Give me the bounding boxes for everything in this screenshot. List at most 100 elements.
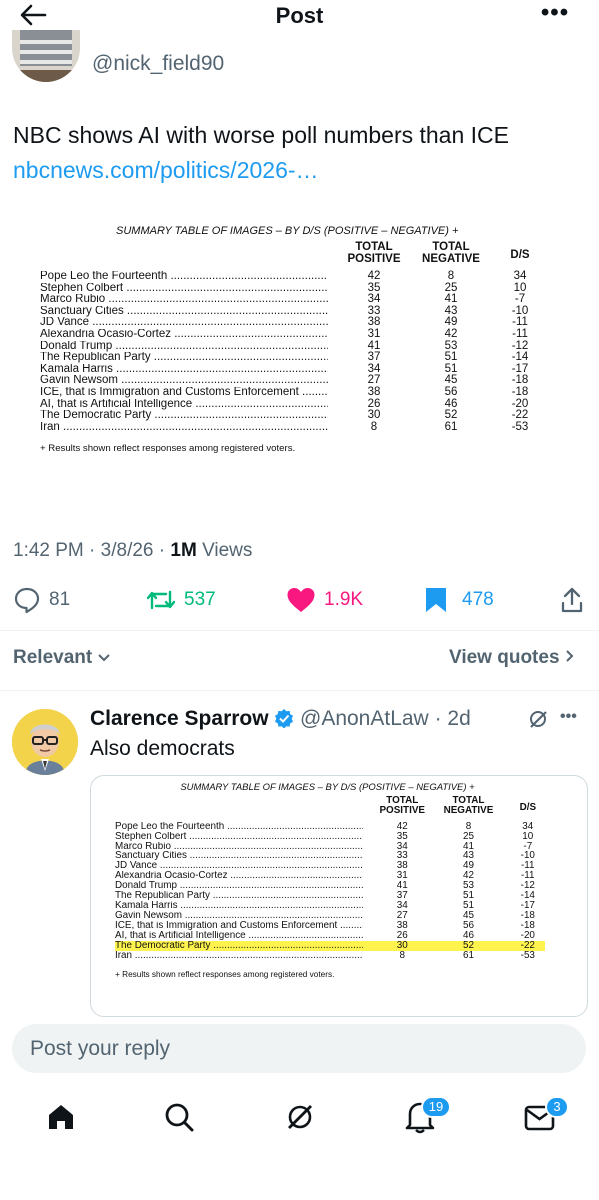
row-label: Stephen Colbert: [115, 832, 363, 842]
table-row: Donald Trump4153-12: [40, 340, 540, 353]
page-title: Post: [275, 3, 324, 28]
chevron-right-icon: [566, 650, 574, 662]
row-positive: 8: [399, 950, 405, 962]
col-header-ds: D/S: [519, 801, 537, 813]
table-row: Donald Trump4153-12: [115, 881, 545, 891]
share-button[interactable]: [560, 582, 592, 618]
row-label: AI, that is Artificial Intelligence: [40, 399, 328, 411]
row-negative: 61: [462, 950, 474, 962]
table-row: Iran 8 61 -53: [115, 951, 545, 961]
row-positive: 31: [367, 328, 381, 340]
view-quotes-link[interactable]: View quotes: [449, 647, 575, 669]
row-label: JD Vance: [115, 861, 363, 871]
table-row: JD Vance3849-11: [115, 861, 545, 871]
col-header-negative-label: NEGATIVE: [443, 805, 494, 817]
row-ds: -53: [511, 420, 529, 433]
row-label: The Democratic Party: [115, 941, 363, 951]
tweet-time: 1:42 PM: [13, 540, 84, 561]
row-label: Kamala Harris: [115, 901, 363, 911]
row-label: Pope Leo the Fourteenth: [40, 271, 328, 283]
col-header-negative: TOTAL NEGATIVE: [416, 241, 486, 265]
reply-avatar[interactable]: [12, 709, 78, 775]
reply-author-name[interactable]: Clarence Sparrow: [90, 707, 294, 731]
col-header-positive: TOTAL POSITIVE: [375, 795, 430, 817]
row-label: Alexandria Ocasio-Cortez: [115, 871, 363, 881]
table-row: ICE, that is Immigration and Customs Enf…: [115, 921, 545, 931]
tweet-link[interactable]: nbcnews.com/politics/2026-…: [13, 157, 319, 184]
row-negative: 61: [444, 420, 458, 433]
col-header-ds: D/S: [510, 249, 530, 261]
table-row: Kamala Harris3451-17: [40, 363, 540, 376]
table-row: Marco Rubio3441-7: [40, 294, 540, 306]
row-label: Pope Leo the Fourteenth: [115, 822, 363, 832]
tweet-date: 3/8/26: [100, 540, 154, 561]
back-arrow-icon[interactable]: [18, 2, 48, 28]
bookmark-button[interactable]: 478: [424, 582, 494, 618]
row-label: Sanctuary Cities: [115, 851, 363, 861]
table-row: Stephen Colbert 35 25 10: [115, 831, 545, 842]
heart-icon: [287, 588, 315, 612]
table-row: The Democratic Party3052-22: [40, 410, 540, 422]
repost-icon: [146, 590, 176, 610]
repost-button[interactable]: 537: [146, 582, 216, 618]
tweet-meta: 1:42 PM · 3/8/26 · 1M Views: [13, 540, 253, 561]
table-row: Gavin Newsom2745-18: [115, 911, 545, 921]
poll-table-image[interactable]: SUMMARY TABLE OF IMAGES – BY D/S (POSITI…: [40, 225, 560, 495]
row-label: Gavin Newsom: [40, 375, 328, 387]
home-icon[interactable]: [46, 1102, 76, 1132]
table-row: Kamala Harris3451-17: [115, 901, 545, 911]
row-ds: 34: [513, 270, 527, 282]
reply-image[interactable]: SUMMARY TABLE OF IMAGES – BY D/S (POSITI…: [90, 775, 588, 1017]
col-header-positive: TOTAL POSITIVE: [342, 241, 406, 265]
views-count: 1M: [170, 540, 197, 561]
row-label: Iran: [115, 951, 363, 961]
row-label: Gavin Newsom: [115, 911, 363, 921]
grok-icon[interactable]: [527, 708, 549, 730]
table-row: Pope Leo the Fourteenth42834: [115, 821, 545, 832]
table-row: Alexandria Ocasio-Cortez3142-11: [115, 871, 545, 881]
table-row: JD Vance3849-11: [40, 317, 540, 329]
grok-tab-icon[interactable]: [284, 1101, 316, 1133]
table-row: Sanctuary Cities3343-10: [40, 305, 540, 318]
author-handle[interactable]: @nick_field90: [92, 52, 224, 76]
row-label: JD Vance: [40, 317, 328, 329]
row-label: Donald Trump: [115, 881, 363, 891]
bookmark-icon: [426, 588, 446, 612]
search-icon[interactable]: [163, 1101, 195, 1133]
row-positive: 8: [370, 420, 378, 433]
col-header-negative-label: NEGATIVE: [422, 253, 480, 266]
repost-count: 537: [184, 589, 216, 610]
row-label: Alexandria Ocasio-Cortez: [40, 329, 328, 341]
views-label: Views: [202, 540, 253, 561]
row-positive: 38: [367, 386, 381, 398]
col-header-positive-label: POSITIVE: [347, 253, 401, 266]
col-header-negative: TOTAL NEGATIVE: [438, 795, 498, 817]
reply-more-icon[interactable]: •••: [560, 708, 577, 726]
avatar[interactable]: [12, 30, 80, 82]
like-count: 1.9K: [324, 589, 364, 610]
sort-relevant-dropdown[interactable]: Relevant: [13, 647, 111, 669]
row-positive: 42: [367, 270, 381, 282]
reply-author-name-text: Clarence Sparrow: [90, 707, 269, 730]
row-ds: 10: [522, 830, 534, 842]
table-row: Pope Leo the Fourteenth42834: [40, 270, 540, 283]
reply-icon: [14, 587, 40, 614]
bottom-tab-bar: 19 3: [0, 1082, 599, 1162]
table-title: SUMMARY TABLE OF IMAGES – BY D/S (POSITI…: [116, 225, 459, 237]
row-label: AI, that is Artificial Intelligence: [115, 931, 363, 941]
like-button[interactable]: 1.9K: [286, 582, 363, 618]
more-options-icon[interactable]: •••: [530, 0, 580, 30]
row-label: Marco Rubio: [40, 294, 328, 306]
table-row: ICE, that is Immigration and Customs Enf…: [40, 386, 540, 399]
col-header-total: TOTAL: [355, 241, 393, 253]
row-label: Marco Rubio: [115, 842, 363, 852]
row-label: Stephen Colbert: [40, 283, 328, 295]
reply-button[interactable]: 81: [13, 582, 70, 618]
table-row: The Republican Party3751-14: [40, 352, 540, 364]
row-label: Kamala Harris: [40, 364, 328, 376]
row-ds: -53: [520, 950, 535, 962]
table-row: AI, that is Artificial Intelligence2646-…: [40, 398, 540, 411]
divider: [0, 630, 599, 631]
reply-handle[interactable]: @AnonAtLaw · 2d: [300, 707, 471, 731]
table-row: The Republican Party3751-14: [115, 891, 545, 901]
